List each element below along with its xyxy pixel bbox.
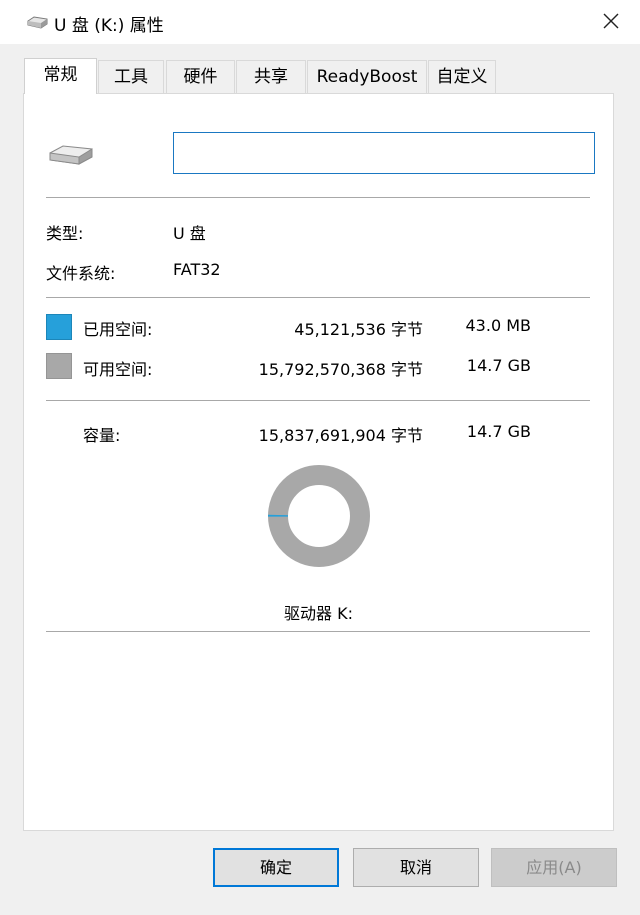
usb-drive-icon (27, 16, 48, 29)
filesystem-label: 文件系统: (46, 264, 116, 283)
used-space-label: 已用空间: (83, 320, 153, 339)
capacity-bytes: 15,837,691,904 字节 (258, 426, 423, 445)
free-space-bytes: 15,792,570,368 字节 (258, 360, 423, 379)
usb-drive-icon (49, 145, 93, 165)
ok-button[interactable]: 确定 (213, 848, 339, 887)
tab-tools[interactable]: 工具 (98, 60, 164, 93)
free-space-size: 14.7 GB (466, 356, 531, 375)
used-space-swatch (46, 314, 72, 340)
tab-hardware[interactable]: 硬件 (166, 60, 235, 93)
filesystem-value: FAT32 (173, 260, 221, 279)
free-space-swatch (46, 353, 72, 379)
divider (46, 400, 590, 401)
divider (46, 197, 590, 198)
type-value: U 盘 (173, 224, 206, 243)
apply-button[interactable]: 应用(A) (491, 848, 617, 887)
tab-readyboost[interactable]: ReadyBoost (307, 60, 427, 93)
capacity-size: 14.7 GB (466, 422, 531, 441)
tab-customize[interactable]: 自定义 (428, 60, 496, 93)
tab-general[interactable]: 常规 (24, 58, 97, 94)
title-bar: U 盘 (K:) 属性 (0, 0, 640, 44)
window-title: U 盘 (K:) 属性 (54, 16, 164, 36)
capacity-label: 容量: (83, 426, 121, 445)
disk-usage-donut (267, 465, 370, 567)
divider (46, 297, 590, 298)
used-space-bytes: 45,121,536 字节 (294, 320, 423, 339)
volume-label-input[interactable] (173, 132, 595, 174)
tab-sharing[interactable]: 共享 (236, 60, 306, 93)
used-space-size: 43.0 MB (465, 316, 532, 335)
type-label: 类型: (46, 224, 84, 243)
close-icon[interactable] (600, 10, 622, 32)
free-space-label: 可用空间: (83, 360, 153, 379)
general-panel: 类型: U 盘 文件系统: FAT32 已用空间: 45,121,536 字节 … (23, 93, 614, 831)
cancel-button[interactable]: 取消 (353, 848, 479, 887)
donut-free-segment (268, 465, 370, 567)
divider (46, 631, 590, 632)
drive-caption: 驱动器 K: (284, 604, 353, 623)
